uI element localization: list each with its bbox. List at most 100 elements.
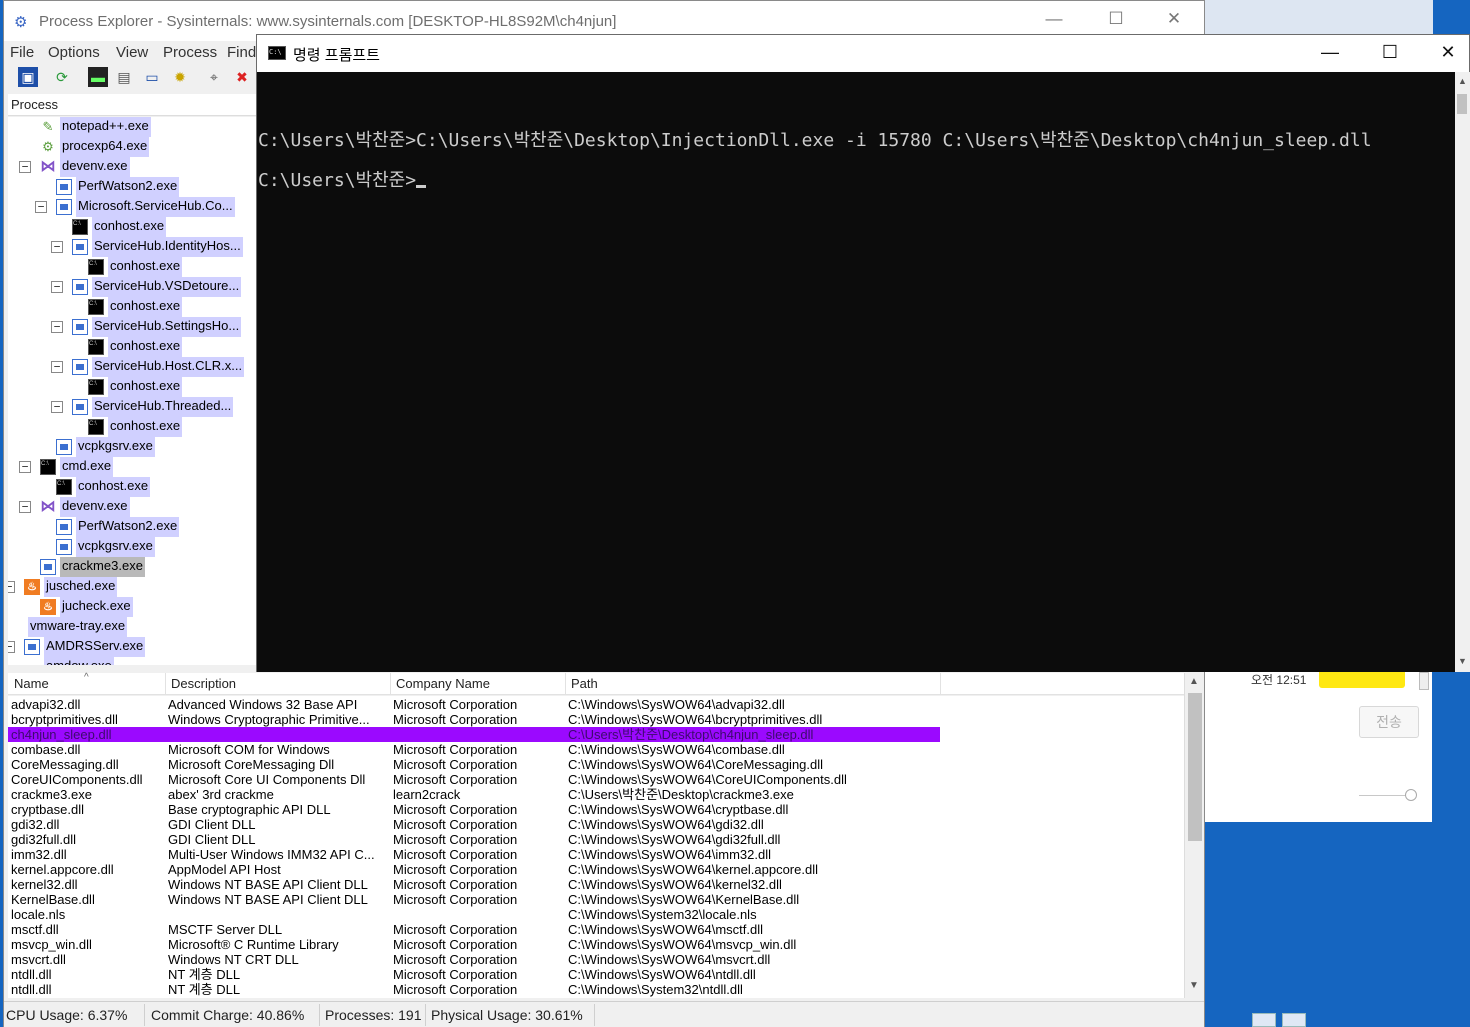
column-divider[interactable] [390,673,391,695]
process-row[interactable]: vmware-tray.exe [8,617,260,637]
collapse-toggle[interactable]: − [35,201,47,213]
process-row[interactable]: − ⋈ devenv.exe [8,497,260,517]
process-row[interactable]: amdow.exe [8,657,260,665]
window-icon[interactable]: ▭ [142,67,162,87]
process-row[interactable]: − ServiceHub.SettingsHo... [8,317,260,337]
column-header-path[interactable]: Path [571,676,598,691]
cmd-minimize-button[interactable]: — [1307,42,1353,63]
save-icon[interactable]: ▣ [18,67,38,87]
process-row[interactable]: − AMDRSServ.exe [8,637,260,657]
dll-row[interactable]: kernel32.dll Windows NT BASE API Client D… [8,877,1184,892]
process-row[interactable]: − C:\ cmd.exe [8,457,260,477]
collapse-toggle[interactable]: − [19,501,31,513]
dll-row[interactable]: CoreMessaging.dll Microsoft CoreMessaging… [8,757,1184,772]
collapse-toggle[interactable]: − [51,401,63,413]
process-row[interactable]: − ServiceHub.Host.CLR.x... [8,357,260,377]
minimize-button[interactable]: — [1034,9,1074,29]
scroll-up-icon[interactable]: ▲ [1189,676,1199,687]
cmd-maximize-button[interactable]: ☐ [1367,42,1413,63]
find-window-icon[interactable]: ⌖ [204,67,224,87]
dll-row[interactable]: crackme3.exe abex' 3rd crackme learn2crack… [8,787,1184,802]
tray-view-icon[interactable] [1252,1013,1276,1027]
dll-row[interactable]: combase.dll Microsoft COM for Windows Micr… [8,742,1184,757]
menu-options[interactable]: Options [48,44,100,61]
column-divider[interactable] [565,673,566,695]
menu-view[interactable]: View [116,44,148,61]
process-row[interactable]: ✎ notepad++.exe [8,117,260,137]
collapse-toggle[interactable]: − [19,461,31,473]
dll-row[interactable]: msvcp_win.dll Microsoft® C Runtime Librar… [8,937,1184,952]
tray-image-icon[interactable] [1282,1013,1306,1027]
menu-find[interactable]: Find [227,44,256,61]
column-divider[interactable] [940,673,941,695]
dll-row[interactable]: bcryptprimitives.dll Windows Cryptographi… [8,712,1184,727]
process-row[interactable]: C:\ conhost.exe [8,417,260,437]
dll-row[interactable]: imm32.dll Multi-User Windows IMM32 API C.… [8,847,1184,862]
dll-row[interactable]: gdi32.dll GDI Client DLL Microsoft Corpora… [8,817,1184,832]
collapse-toggle[interactable]: − [51,281,63,293]
dll-row[interactable]: KernelBase.dll Windows NT BASE API Client… [8,892,1184,907]
dll-row[interactable]: msctf.dll MSCTF Server DLL Microsoft Corpo… [8,922,1184,937]
process-row[interactable]: C:\ conhost.exe [8,377,260,397]
collapse-toggle[interactable]: − [19,161,31,173]
process-row[interactable]: − Microsoft.ServiceHub.Co... [8,197,260,217]
process-row[interactable]: crackme3.exe [8,557,260,577]
scrollbar-thumb[interactable] [1457,94,1467,114]
process-row[interactable]: ♨ jucheck.exe [8,597,260,617]
properties-icon[interactable]: ▤ [114,67,134,87]
menu-process[interactable]: Process [163,44,217,61]
collapse-toggle[interactable]: − [51,321,63,333]
cmd-close-button[interactable]: ✕ [1425,42,1470,63]
process-row[interactable]: PerfWatson2.exe [8,517,260,537]
dll-row[interactable]: ntdll.dll NT 계층 DLL Microsoft Corporation C… [8,982,1184,997]
process-row[interactable]: C:\ conhost.exe [8,297,260,317]
collapse-toggle[interactable]: − [51,241,63,253]
maximize-button[interactable]: ☐ [1096,9,1136,29]
collapse-toggle[interactable]: − [8,641,15,653]
kill-process-icon[interactable]: ✖ [232,67,252,87]
collapse-toggle[interactable]: − [8,581,15,593]
close-button[interactable]: ✕ [1154,9,1194,29]
dll-row[interactable]: advapi32.dll Advanced Windows 32 Base API… [8,697,1184,712]
process-row[interactable]: C:\ conhost.exe [8,217,260,237]
menu-file[interactable]: File [10,44,34,61]
opacity-slider-track[interactable] [1359,795,1409,796]
process-row[interactable]: C:\ conhost.exe [8,477,260,497]
process-column-header[interactable]: Process [8,94,260,116]
dll-row[interactable]: msvcrt.dll Windows NT CRT DLL Microsoft Co… [8,952,1184,967]
refresh-icon[interactable]: ⟳ [52,67,72,87]
process-row[interactable]: vcpkgsrv.exe [8,537,260,557]
process-row[interactable]: ⚙ procexp64.exe [8,137,260,157]
process-row[interactable]: vcpkgsrv.exe [8,437,260,457]
dll-row[interactable]: ch4njun_sleep.dll C:\Users\박찬준\Desktop\ch… [8,727,1184,742]
settings-gear-icon[interactable]: ✹ [170,67,190,87]
dll-row[interactable]: locale.nls C:\Windows\System32\locale.nls [8,907,1184,922]
dll-row[interactable]: kernel.appcore.dll AppModel API Host Micro… [8,862,1184,877]
collapse-toggle[interactable]: − [51,361,63,373]
send-button[interactable]: 전송 [1359,706,1419,738]
column-header-description[interactable]: Description [171,676,236,691]
column-header-company[interactable]: Company Name [396,676,490,691]
scroll-up-icon[interactable]: ▲ [1458,76,1467,86]
console-output[interactable]: C:\Users\박찬준>C:\Users\박찬준\Desktop\Inject… [257,72,1455,672]
process-row[interactable]: C:\ conhost.exe [8,337,260,357]
process-row[interactable]: − ⋈ devenv.exe [8,157,260,177]
process-row[interactable]: − ♨ jusched.exe [8,577,260,597]
dll-row[interactable]: gdi32full.dll GDI Client DLL Microsoft Cor… [8,832,1184,847]
dll-row[interactable]: cryptbase.dll Base cryptographic API DLL M… [8,802,1184,817]
scroll-down-icon[interactable]: ▼ [1458,656,1467,666]
dll-row[interactable]: CoreUIComponents.dll Microsoft Core UI Co… [8,772,1184,787]
process-row[interactable]: − ServiceHub.Threaded... [8,397,260,417]
column-header-name[interactable]: Name [14,676,49,691]
process-row[interactable]: − ServiceHub.VSDetoure... [8,277,260,297]
process-row[interactable]: C:\ conhost.exe [8,257,260,277]
opacity-slider-knob[interactable] [1405,789,1417,801]
scrollbar-thumb[interactable] [1188,693,1202,841]
dll-row[interactable]: ntdll.dll NT 계층 DLL Microsoft Corporation C… [8,967,1184,982]
dll-list-scrollbar[interactable]: ▲ ▼ [1184,673,1204,998]
process-row[interactable]: − ServiceHub.IdentityHos... [8,237,260,257]
column-divider[interactable] [165,673,166,695]
process-row[interactable]: PerfWatson2.exe [8,177,260,197]
chat-scrollbar[interactable] [1419,672,1429,690]
cmd-scrollbar[interactable]: ▲ ▼ [1455,72,1470,672]
